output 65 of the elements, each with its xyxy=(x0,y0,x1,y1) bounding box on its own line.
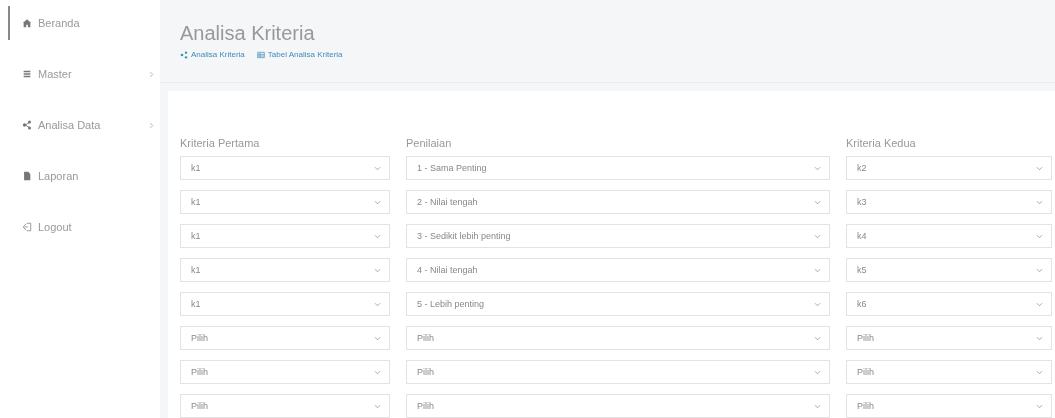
share-icon xyxy=(22,120,32,130)
select-field[interactable]: k2 xyxy=(846,156,1052,180)
share-icon xyxy=(180,50,188,59)
select-field[interactable]: k1 xyxy=(180,224,390,248)
breadcrumb-link[interactable]: Analisa Kriteria xyxy=(180,50,245,59)
caret-icon xyxy=(1036,199,1043,205)
table-icon xyxy=(256,50,265,59)
select-field[interactable]: k1 xyxy=(180,156,390,180)
select-field[interactable]: k1 xyxy=(180,258,390,282)
caret-icon xyxy=(814,233,821,239)
file-icon xyxy=(22,171,32,181)
select-field[interactable]: Pilih xyxy=(846,326,1052,350)
caret-icon xyxy=(1036,267,1043,273)
sidebar-item[interactable]: Logout xyxy=(8,216,162,238)
breadcrumb-link[interactable]: Tabel Analisa Kriteria xyxy=(256,50,343,59)
caret-icon xyxy=(814,301,821,307)
column-label: Kriteria Kedua xyxy=(846,137,917,149)
caret-icon xyxy=(374,369,381,375)
select-field[interactable]: Pilih xyxy=(406,394,830,418)
select-field[interactable]: 2 - Nilai tengah xyxy=(406,190,830,214)
caret-icon xyxy=(374,233,381,239)
page-title: Analisa Kriteria xyxy=(180,22,316,45)
select-field[interactable]: Pilih xyxy=(180,360,390,384)
caret-icon xyxy=(374,335,381,341)
column-label: Kriteria Pertama xyxy=(180,137,261,149)
select-field[interactable]: 5 - Lebih penting xyxy=(406,292,830,316)
select-field[interactable]: 1 - Sama Penting xyxy=(406,156,830,180)
select-field[interactable]: Pilih xyxy=(406,360,830,384)
caret-icon xyxy=(814,199,821,205)
caret-icon xyxy=(814,267,821,273)
select-field[interactable]: Pilih xyxy=(180,326,390,350)
caret-icon xyxy=(814,165,821,171)
caret-icon xyxy=(374,199,381,205)
select-field[interactable]: Pilih xyxy=(846,394,1052,418)
column-label: Penilaian xyxy=(406,137,453,149)
sidebar-item[interactable]: Analisa Data xyxy=(8,114,162,136)
caret-icon xyxy=(374,403,381,409)
list-icon xyxy=(22,69,32,79)
select-field[interactable]: 3 - Sedikit lebih penting xyxy=(406,224,830,248)
caret-icon xyxy=(374,267,381,273)
select-field[interactable]: Pilih xyxy=(180,394,390,418)
caret-icon xyxy=(1036,165,1043,171)
caret-icon xyxy=(814,403,821,409)
sidebar-item[interactable]: Master xyxy=(8,63,162,85)
select-field[interactable]: k1 xyxy=(180,190,390,214)
caret-icon xyxy=(814,369,821,375)
select-field[interactable]: k6 xyxy=(846,292,1052,316)
caret-icon xyxy=(1036,301,1043,307)
sidebar-item[interactable]: Laporan xyxy=(8,165,162,187)
logout-icon xyxy=(22,222,32,232)
select-field[interactable]: k1 xyxy=(180,292,390,316)
caret-icon xyxy=(814,335,821,341)
select-field[interactable]: Pilih xyxy=(846,360,1052,384)
home-icon xyxy=(22,18,32,28)
caret-icon xyxy=(1036,335,1043,341)
caret-icon xyxy=(374,165,381,171)
select-field[interactable]: k3 xyxy=(846,190,1052,214)
select-field[interactable]: Pilih xyxy=(406,326,830,350)
select-field[interactable]: k4 xyxy=(846,224,1052,248)
caret-icon xyxy=(1036,233,1043,239)
caret-icon xyxy=(374,301,381,307)
caret-icon xyxy=(1036,403,1043,409)
select-field[interactable]: 4 - Nilai tengah xyxy=(406,258,830,282)
select-field[interactable]: k5 xyxy=(846,258,1052,282)
caret-icon xyxy=(1036,369,1043,375)
